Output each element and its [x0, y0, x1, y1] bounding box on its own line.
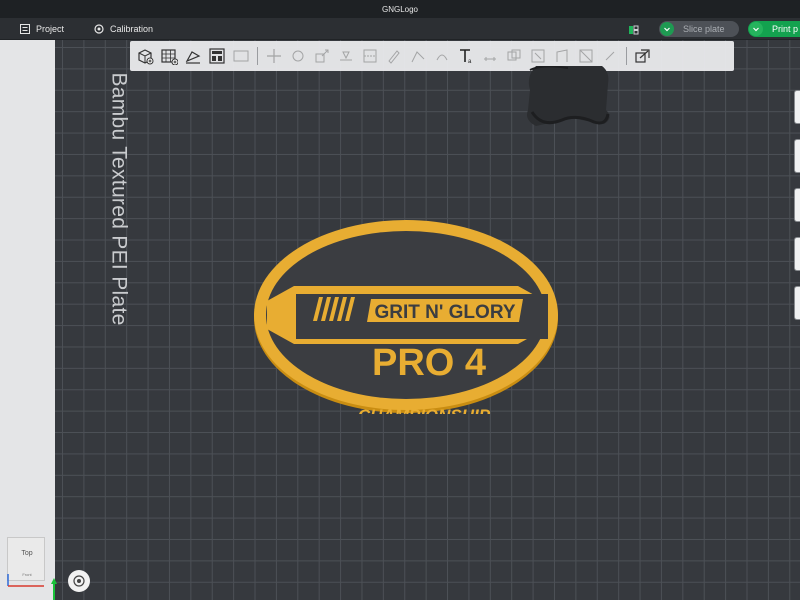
plate-label-text: Bambu Textured PEI Plate [108, 72, 131, 326]
object-toolbar: a [130, 41, 734, 71]
calibration-icon [94, 23, 104, 34]
axis-indicator [7, 574, 57, 600]
variable-height-icon[interactable] [551, 45, 573, 67]
seam-paint-icon[interactable] [407, 45, 429, 67]
chevron-down-icon[interactable] [660, 22, 674, 36]
slice-plate-label: Slice plate [683, 24, 725, 34]
scale-icon[interactable] [311, 45, 333, 67]
badge-brand-text: GRIT N' GLORY [374, 302, 515, 323]
side-tool-button[interactable] [794, 90, 800, 124]
boolean-icon[interactable] [503, 45, 525, 67]
logo-badge-object[interactable]: GRIT N' GLORY PRO 4 CHAMPIONSHIP [253, 218, 559, 414]
menu-bar: Project Calibration Slice plate Print p [0, 18, 800, 40]
mesh-icon[interactable] [575, 45, 597, 67]
slice-plate-button[interactable]: Slice plate [659, 21, 739, 37]
print-plate-label: Print p [772, 24, 799, 34]
move-icon[interactable] [263, 45, 285, 67]
menu-calibration-label: Calibration [110, 23, 154, 34]
menu-project[interactable]: Project [12, 18, 72, 40]
camera-view-button[interactable] [68, 570, 90, 592]
camera-icon [73, 575, 85, 587]
side-tool-button[interactable] [794, 188, 800, 222]
view-options-icon[interactable] [632, 45, 654, 67]
auto-orient-icon[interactable] [182, 45, 204, 67]
dark-part-object[interactable] [522, 66, 614, 134]
chevron-down-icon[interactable] [749, 22, 763, 36]
add-object-icon[interactable] [134, 45, 156, 67]
toolbar-divider [257, 47, 258, 65]
project-icon [20, 23, 30, 34]
badge-title-text: PRO 4 [372, 342, 486, 384]
window-title: GNGLogo [381, 4, 419, 14]
side-tool-button[interactable] [794, 139, 800, 173]
side-tool-button[interactable] [794, 237, 800, 271]
nav-cube-top-label: Top [21, 550, 33, 557]
side-tool-button[interactable] [794, 286, 800, 320]
menu-calibration[interactable]: Calibration [86, 18, 161, 40]
menu-project-label: Project [36, 23, 65, 34]
viewport-background [0, 40, 58, 600]
badge-subtitle-text: CHAMPIONSHIP [358, 406, 491, 414]
right-side-toolbar [794, 90, 800, 335]
flatten-icon[interactable] [335, 45, 357, 67]
print-plate-button[interactable]: Print p [748, 21, 800, 37]
title-bar: GNGLogo [0, 0, 800, 18]
assembly-icon[interactable] [527, 45, 549, 67]
measure-icon[interactable] [479, 45, 501, 67]
svg-text:a: a [468, 59, 472, 65]
color-paint-icon[interactable] [431, 45, 453, 67]
toolbar-divider [626, 47, 627, 65]
rotate-icon[interactable] [287, 45, 309, 67]
add-plate-icon[interactable] [158, 45, 180, 67]
emboss-icon[interactable] [599, 45, 621, 67]
plate-view-icon[interactable] [628, 23, 640, 35]
plate-label: Bambu Textured PEI Plate [105, 54, 133, 344]
split-icon[interactable] [230, 45, 252, 67]
cut-icon[interactable] [359, 45, 381, 67]
3d-viewport[interactable]: Bambu Textured PEI Plate a GRIT N' GLORY… [0, 40, 800, 600]
app-window: GNGLogo Project Calibration Slice plate [0, 0, 800, 600]
support-paint-icon[interactable] [383, 45, 405, 67]
text-icon[interactable]: a [455, 45, 477, 67]
arrange-icon[interactable] [206, 45, 228, 67]
